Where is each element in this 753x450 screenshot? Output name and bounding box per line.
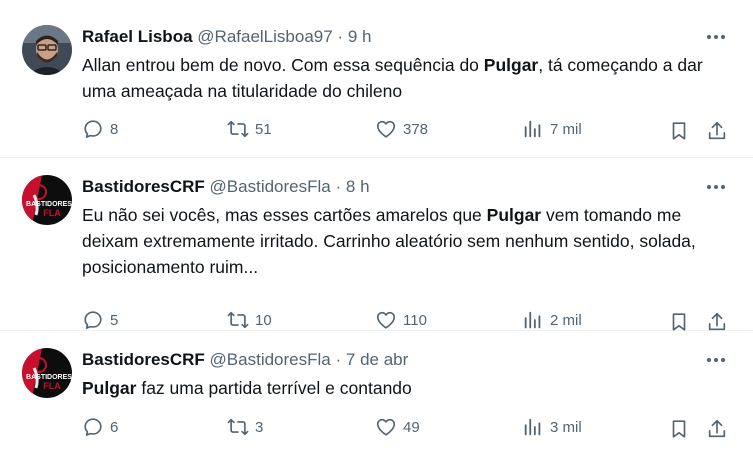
author-handle[interactable]: @BastidoresFla — [210, 350, 331, 369]
heart-icon — [376, 418, 396, 436]
view-count: 3 mil — [550, 418, 582, 436]
author-handle[interactable]: @BastidoresFla — [210, 177, 331, 196]
avatar[interactable]: BASTIDORES FLA — [22, 348, 72, 398]
more-options-button[interactable] — [701, 349, 731, 371]
like-button[interactable]: 378 — [375, 118, 428, 140]
reply-icon — [84, 120, 102, 138]
author-name[interactable]: BastidoresCRF — [82, 177, 205, 196]
retweet-icon — [227, 120, 249, 138]
tweet-header: BastidoresCRF @BastidoresFla · 8 h — [82, 176, 370, 198]
like-button[interactable]: 110 — [375, 309, 427, 331]
tweet-text-part: Eu não sei vocês, mas esses cartões amar… — [82, 205, 487, 225]
author-name[interactable]: BastidoresCRF — [82, 350, 205, 369]
tweet-text: Allan entrou bem de novo. Com essa sequê… — [82, 52, 732, 104]
bookmark-icon — [672, 122, 686, 140]
retweet-button[interactable]: 3 — [227, 416, 263, 438]
logo-text: BASTIDORES — [26, 201, 72, 208]
tweet-text-highlight: Pulgar — [483, 55, 539, 75]
bookmark-icon — [672, 420, 686, 438]
tweet-timestamp[interactable]: 7 de abr — [346, 350, 408, 369]
share-button[interactable] — [704, 118, 730, 144]
share-icon — [708, 312, 726, 331]
retweet-icon — [227, 418, 249, 436]
views-button[interactable]: 2 mil — [522, 309, 582, 331]
separator-dot: · — [335, 177, 342, 196]
retweet-count: 10 — [255, 311, 272, 329]
tweet[interactable]: BASTIDORES FLA BastidoresCRF @Bastidores… — [0, 331, 753, 450]
tweet-timestamp[interactable]: 9 h — [348, 27, 372, 46]
like-count: 110 — [403, 311, 427, 329]
tweet[interactable]: Rafael Lisboa @RafaelLisboa97 · 9 h Alla… — [0, 0, 753, 158]
views-button[interactable]: 3 mil — [522, 416, 582, 438]
reply-button[interactable]: 5 — [82, 309, 118, 331]
bookmark-button[interactable] — [666, 416, 692, 442]
bookmark-icon — [672, 313, 686, 331]
tweet-text-part: Allan entrou bem de novo. Com essa sequê… — [82, 55, 484, 75]
reply-icon — [84, 311, 102, 329]
more-icon — [707, 35, 725, 39]
share-icon — [708, 419, 726, 438]
tweet-actions: 6 3 49 3 mil — [82, 416, 737, 442]
like-button[interactable]: 49 — [375, 416, 420, 438]
tweet-header: BastidoresCRF @BastidoresFla · 7 de abr — [82, 349, 408, 371]
heart-icon — [376, 120, 396, 138]
avatar[interactable] — [22, 25, 72, 75]
tweet-actions: 8 51 378 7 mil — [82, 118, 737, 144]
tweet-text-highlight: Pulgar — [82, 378, 137, 398]
view-count: 2 mil — [550, 311, 582, 329]
retweet-icon — [227, 311, 249, 329]
tweet-header: Rafael Lisboa @RafaelLisboa97 · 9 h — [82, 26, 371, 48]
separator-dot: · — [335, 350, 342, 369]
tweet-text: Pulgar faz uma partida terrível e contan… — [82, 375, 732, 401]
tweet-text-part: faz uma partida terrível e contando — [136, 378, 412, 398]
analytics-icon — [524, 418, 541, 436]
retweet-button[interactable]: 10 — [227, 309, 272, 331]
like-count: 49 — [403, 418, 420, 436]
more-options-button[interactable] — [701, 26, 731, 48]
author-handle[interactable]: @RafaelLisboa97 — [197, 27, 332, 46]
reply-count: 5 — [110, 311, 119, 329]
more-options-button[interactable] — [701, 176, 731, 198]
avatar[interactable]: BASTIDORES FLA — [22, 175, 72, 225]
tweet[interactable]: BASTIDORES FLA BastidoresCRF @Bastidores… — [0, 158, 753, 331]
tweet-text-highlight: Pulgar — [486, 205, 542, 225]
tweet-text: Eu não sei vocês, mas esses cartões amar… — [82, 202, 732, 280]
reply-count: 8 — [110, 120, 119, 138]
retweet-count: 51 — [255, 120, 272, 138]
logo-text: FLA — [43, 208, 61, 218]
heart-icon — [376, 311, 396, 329]
more-icon — [707, 358, 725, 362]
reply-button[interactable]: 8 — [82, 118, 118, 140]
timeline-feed: Rafael Lisboa @RafaelLisboa97 · 9 h Alla… — [0, 0, 753, 450]
retweet-count: 3 — [255, 418, 264, 436]
share-button[interactable] — [704, 416, 730, 442]
author-name[interactable]: Rafael Lisboa — [82, 27, 193, 46]
analytics-icon — [524, 311, 541, 329]
bookmark-button[interactable] — [666, 118, 692, 144]
analytics-icon — [524, 120, 541, 138]
tweet-timestamp[interactable]: 8 h — [346, 177, 370, 196]
more-icon — [707, 185, 725, 189]
reply-icon — [84, 418, 102, 436]
separator-dot: · — [337, 27, 344, 46]
reply-count: 6 — [110, 418, 119, 436]
logo-text: BASTIDORES — [26, 374, 72, 381]
share-icon — [708, 121, 726, 140]
views-button[interactable]: 7 mil — [522, 118, 582, 140]
retweet-button[interactable]: 51 — [227, 118, 272, 140]
logo-text: FLA — [43, 381, 61, 391]
like-count: 378 — [403, 120, 429, 138]
reply-button[interactable]: 6 — [82, 416, 118, 438]
view-count: 7 mil — [550, 120, 582, 138]
